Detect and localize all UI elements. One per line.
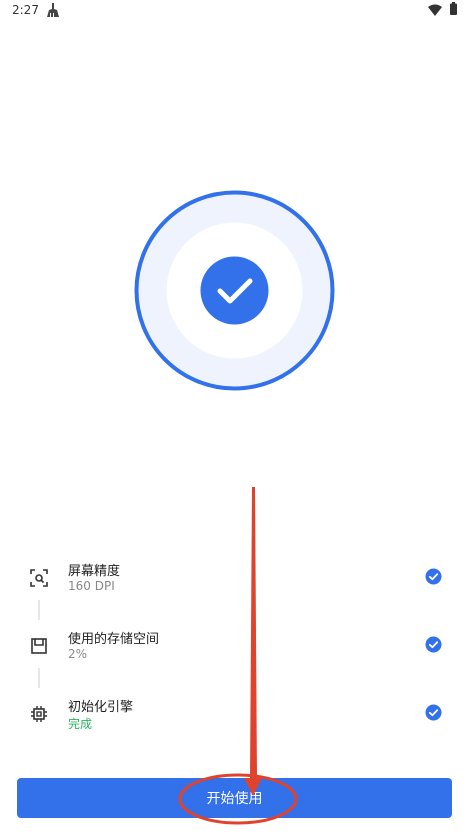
step-connector — [38, 600, 40, 620]
item-title: 初始化引擎 — [68, 700, 134, 715]
check-circle-icon — [425, 636, 442, 653]
check-circle-icon — [425, 704, 442, 721]
item-title: 屏幕精度 — [68, 564, 121, 579]
screen-scan-icon — [30, 569, 48, 587]
item-value: 160 DPI — [68, 579, 115, 593]
success-check-badge — [134, 190, 335, 391]
storage-icon — [31, 638, 47, 654]
check-circle-icon — [425, 568, 442, 585]
item-value: 完成 — [68, 717, 93, 731]
broom-icon — [47, 3, 59, 17]
list-item-screen-precision: 屏幕精度 160 DPI — [0, 558, 469, 602]
status-time: 2:27 — [12, 3, 39, 17]
chip-icon — [31, 706, 47, 722]
item-title: 使用的存储空间 — [68, 632, 160, 647]
start-using-button[interactable]: 开始使用 — [17, 778, 452, 818]
wifi-icon — [428, 4, 442, 16]
status-bar: 2:27 — [0, 0, 469, 22]
step-connector — [38, 668, 40, 688]
screen: 2:27 屏幕精度 160 DPI 使用的存储空间 2% 初始化引擎 完成 开始… — [0, 0, 469, 834]
item-value: 2% — [68, 647, 88, 661]
list-item-init-engine: 初始化引擎 完成 — [0, 694, 469, 738]
battery-icon — [450, 2, 457, 15]
list-item-storage-used: 使用的存储空间 2% — [0, 626, 469, 670]
